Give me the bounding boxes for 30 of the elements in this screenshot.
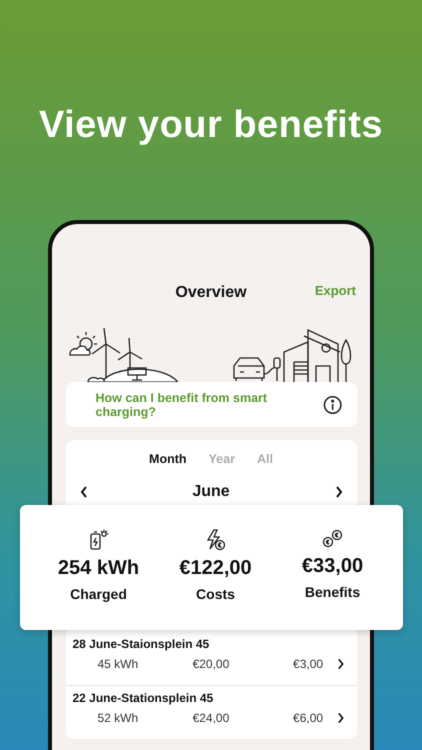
session-title: 22 June-Stationsplein 45 — [72, 691, 214, 705]
screen-title: Overview — [175, 284, 247, 302]
lightning-euro-icon — [206, 529, 226, 551]
session-title: 28 June-Staionsplein 45 — [72, 637, 210, 651]
export-button[interactable]: Export — [314, 283, 356, 298]
stat-label: Costs — [196, 586, 235, 602]
session-energy: 52 kWh — [98, 711, 140, 725]
month-label: June — [192, 483, 230, 501]
chevron-right-icon[interactable] — [334, 486, 342, 498]
stat-label: Charged — [70, 586, 127, 602]
stat-value: 254 kWh — [58, 557, 140, 580]
stat-value: €122,00 — [179, 557, 252, 580]
headline: View your benefits — [38, 103, 384, 148]
info-icon[interactable] — [323, 394, 342, 414]
session-cost: €20,00 — [192, 657, 230, 671]
session-cost: €24,00 — [192, 711, 230, 725]
stat-label: Benefits — [304, 584, 360, 600]
period-tab[interactable]: Year — [208, 450, 235, 468]
stat-value: €33,00 — [302, 555, 364, 578]
coins-icon — [322, 529, 344, 549]
session-benefit: €6,00 — [292, 711, 324, 725]
battery-sun-icon — [88, 529, 108, 551]
chevron-left-icon[interactable] — [80, 486, 88, 498]
period-tab[interactable]: Month — [149, 450, 187, 468]
chevron-right-icon[interactable] — [337, 712, 344, 724]
session-energy: 45 kWh — [98, 657, 140, 671]
session-benefit: €3,00 — [292, 657, 324, 671]
period-tab[interactable]: All — [256, 450, 273, 468]
info-link[interactable]: How can I benefit from smart charging? — [96, 390, 324, 418]
chevron-right-icon[interactable] — [337, 658, 344, 670]
